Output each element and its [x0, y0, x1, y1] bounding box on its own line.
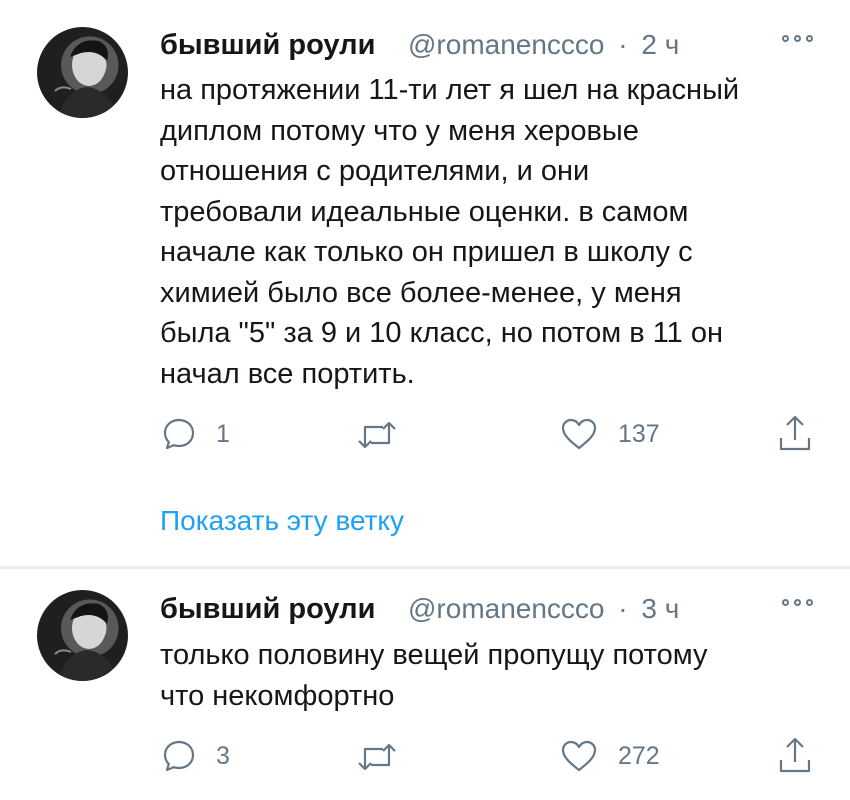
handle[interactable]: @romanenccco: [408, 593, 605, 624]
retweet-icon: [358, 743, 396, 771]
reply-count: 1: [216, 419, 230, 448]
reply-count: 3: [216, 741, 230, 770]
timestamp[interactable]: 3 ч: [641, 593, 679, 624]
share-button[interactable]: [777, 736, 813, 774]
avatar[interactable]: [37, 27, 128, 118]
tweet[interactable]: бывший роули @romanenccco · 3 ч только п…: [0, 569, 850, 800]
author-handle[interactable]: @romanenccco · 2 ч: [408, 27, 679, 63]
tweet[interactable]: бывший роули @romanenccco · 2 ч на протя…: [0, 0, 850, 566]
like-count: 272: [618, 741, 660, 770]
reply-icon: [163, 740, 195, 772]
share-icon: [779, 415, 811, 451]
like-button[interactable]: 272: [560, 739, 660, 773]
tweet-text: на протяжении 11-ти лет я шел на красный…: [160, 74, 740, 390]
like-icon: [561, 418, 597, 450]
tweet-text: только половину вещей пропущу потому что…: [160, 639, 708, 712]
reply-button[interactable]: 1: [162, 417, 230, 451]
like-button[interactable]: 137: [560, 417, 660, 451]
author-name[interactable]: бывший роули: [160, 27, 375, 63]
show-thread-link[interactable]: Показать эту ветку: [160, 503, 404, 539]
avatar[interactable]: [37, 590, 128, 681]
share-icon: [779, 737, 811, 773]
author-name[interactable]: бывший роули: [160, 591, 375, 627]
share-button[interactable]: [777, 414, 813, 452]
more-icon[interactable]: [780, 29, 820, 49]
reply-icon: [163, 418, 195, 450]
retweet-button[interactable]: [357, 419, 417, 451]
timestamp[interactable]: 2 ч: [641, 29, 679, 60]
like-count: 137: [618, 419, 660, 448]
handle[interactable]: @romanenccco: [408, 29, 605, 60]
retweet-icon: [358, 421, 396, 449]
author-handle[interactable]: @romanenccco · 3 ч: [408, 591, 679, 627]
more-icon[interactable]: [780, 593, 820, 613]
separator: ·: [618, 593, 628, 624]
like-icon: [561, 740, 597, 772]
separator: ·: [618, 29, 628, 60]
reply-button[interactable]: 3: [162, 739, 230, 773]
retweet-button[interactable]: [357, 741, 417, 773]
